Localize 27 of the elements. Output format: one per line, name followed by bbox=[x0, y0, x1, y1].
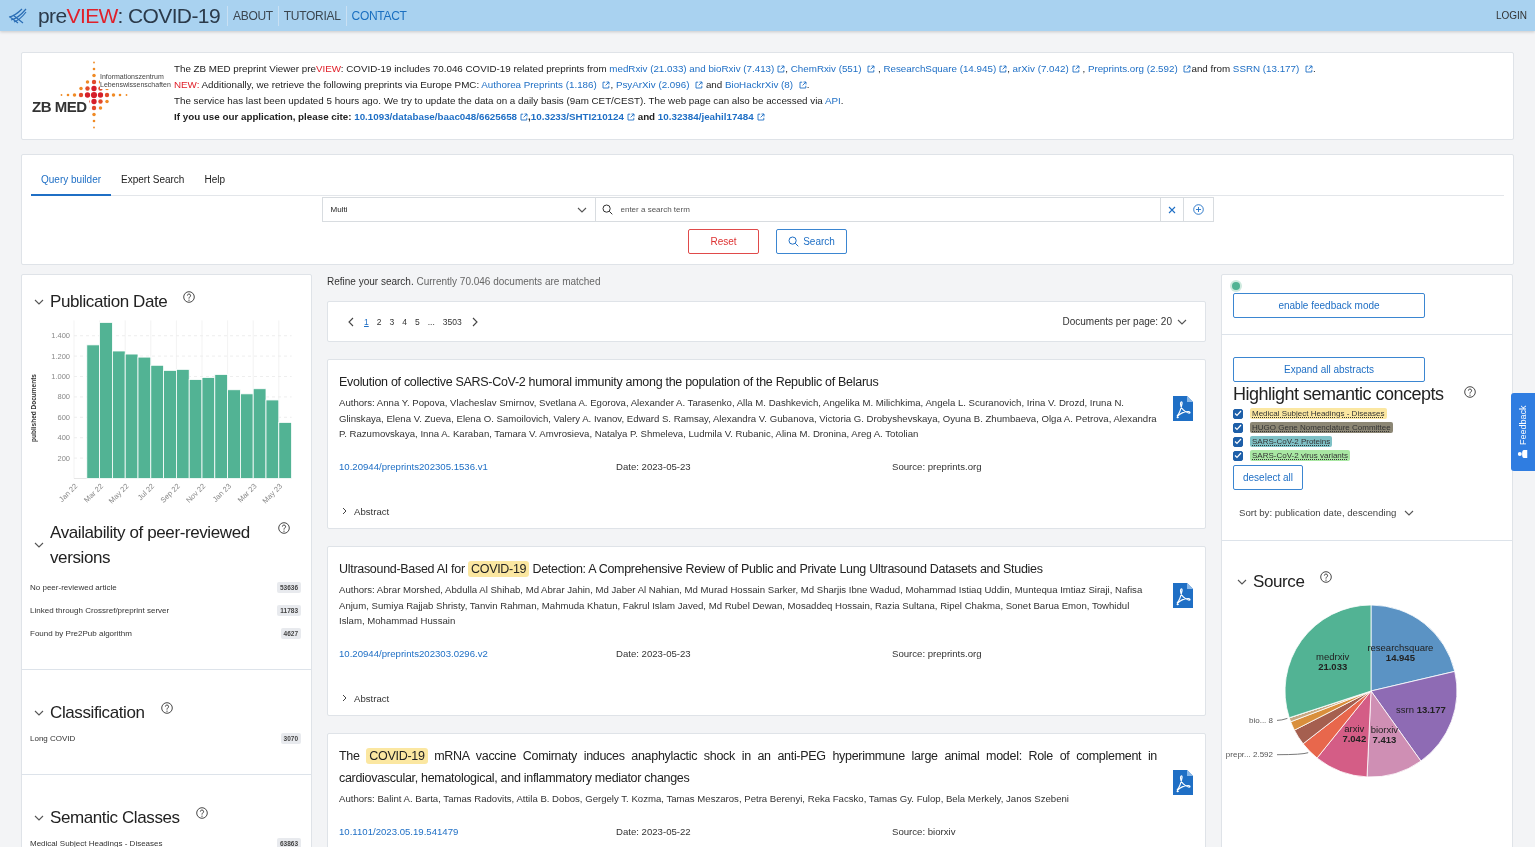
slice-label: prepr... 2.592 bbox=[1225, 750, 1273, 760]
source-text: Source: preprints.org bbox=[892, 647, 983, 659]
author-list: Authors: Balint A. Barta, Tamas Radovits, Attila B. Dobos, Gergely T. Kozma, Tamas Meszaros, Petra Berenyi, Reka Facsko, Tamas Gy. Fulop, Bela Merkely, Janos Szebeni bbox=[339, 791, 1157, 807]
info-text: NEW: Additionally, we retrieve the following preprints via Europe PMC: Authorea Preprints (1.186) , PsyArXiv (2.096) and BioHackrXiv (8) . bbox=[174, 78, 811, 92]
section-title: Highlight semantic concepts bbox=[1233, 384, 1444, 405]
logo-text: ZB MED bbox=[32, 99, 89, 115]
facet-title: Source bbox=[1253, 571, 1305, 593]
source-text: Source: preprints.org bbox=[892, 460, 983, 472]
facet-title: Availability of peer-reviewed versions bbox=[50, 522, 251, 569]
date-text: Date: 2023-05-22 bbox=[616, 825, 692, 837]
slice-label: medrxiv 21.033 bbox=[1316, 651, 1350, 673]
result-summary: Refine your search. Currently 70.046 documents are matched bbox=[327, 276, 602, 287]
info-text: If you use our application, please cite: 10.1093/database/baac048/6625658 ,10.3233/SHTI210124 and 10.32384/jeahil17484 bbox=[174, 109, 1316, 125]
info-text: The service has last been updated 5 hours ago. We try to update the data on a daily basis (9am CET/CEST). The web page can also be accessed via API. bbox=[174, 94, 845, 108]
info-text: The ZB MED preprint Viewer preVIEW: COVID-19 includes 70.046 COVID-19 related preprints from medRxiv (21.033) and bioRxiv (7.413) , ChemRxiv (551) , ResearchSquare (14.945) , arXiv (7.042) , Preprints.org (2.592) and from SSRN (13.177) . bbox=[174, 62, 1316, 76]
facet-title: Semantic Classes bbox=[50, 807, 180, 829]
slice-label: arxiv 7.042 bbox=[1342, 723, 1367, 745]
date-text: Date: 2023-05-23 bbox=[616, 460, 692, 472]
facet-title: Publication Date bbox=[50, 291, 168, 313]
facet-title: Classification bbox=[50, 702, 145, 724]
slice-label: ssrn 13.177 bbox=[1396, 703, 1446, 715]
source-text: Source: biorxiv bbox=[892, 825, 957, 837]
slice-label: bio... 8 bbox=[1249, 715, 1273, 725]
date-text: Date: 2023-05-23 bbox=[616, 647, 692, 659]
slice-label: biorxiv 7.413 bbox=[1370, 724, 1399, 746]
author-list: Authors: Abrar Morshed, Abdulla Al Shihab, Md Abrar Jahin, Md Jaber Al Nahian, Md Murad Hossain Sarker, Md Sharjis Ibne Wadud, Mohammad Istiaq Uddin, Muntequa Imtiaz Siraji, Nafisa Anjum, Sumiya Rajjab Shristy, Tanvin Rahman, Mahmuda Khatun, Fakrul Islam Javed, Md Rubel Dewan, Mosaddeq Hossain, Razia Sultana, Ripel Chakma, Sonet Barua Emon, Towhidul Islam, Mohammad Hussain bbox=[339, 582, 1157, 629]
author-list: Authors: Anna Y. Popova, Vlacheslav Smirnov, Svetlana A. Egorova, Alexander A. Tarasenko, Alla M. Dashkevich, Angelika M. Milichkima, Angela L. Scuranovich, Irina V. Drozd, Iruna N. Glinskaya, Elena V. Zueva, Elena O. Samoilovich, Valery A. Ivanov, Edward S. Ramsay, Alexandra V. Gubanova, Victoria G. Drobyshevskaya, Oyuna B. Zhumbaeva, Olga A. Petrova, Alexandra P. Razumovskaya, Inna A. Karaban, Tamara V. Amvrosieva, Natalya P. Shmeleva, Ludmila V. Rubanic, Alina M. Dronina, Areg A. Totolian bbox=[339, 395, 1157, 442]
